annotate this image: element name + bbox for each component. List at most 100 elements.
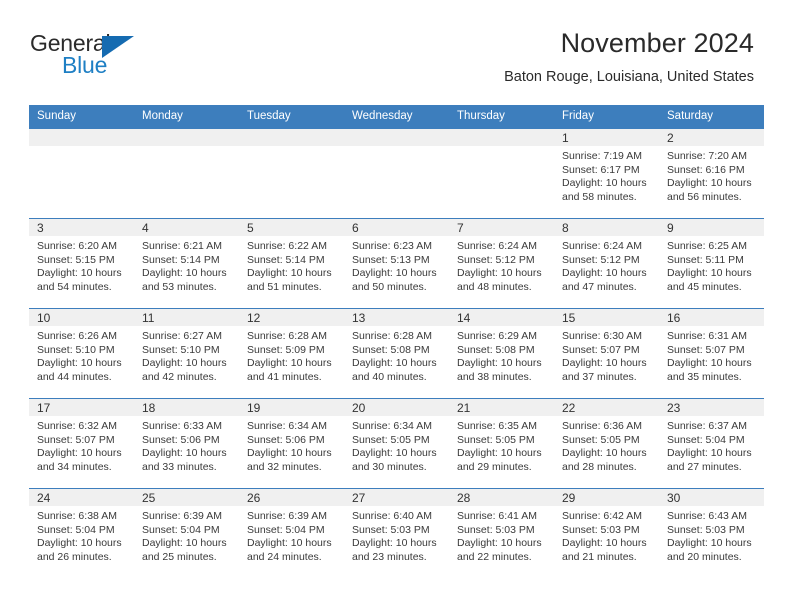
- day-details: Sunrise: 6:24 AM Sunset: 5:12 PM Daylight:…: [449, 236, 554, 294]
- calendar-day-cell[interactable]: 21 Sunrise: 6:35 AM Sunset: 5:05 PM Dayligh…: [449, 398, 554, 489]
- calendar-day-cell[interactable]: 12 Sunrise: 6:28 AM Sunset: 5:09 PM Dayligh…: [239, 308, 344, 399]
- calendar-day-cell[interactable]: 25 Sunrise: 6:39 AM Sunset: 5:04 PM Dayligh…: [134, 488, 239, 579]
- calendar-day-cell[interactable]: 10 Sunrise: 6:26 AM Sunset: 5:10 PM Dayligh…: [29, 308, 134, 399]
- sunrise-text: Sunrise: 6:20 AM: [37, 240, 117, 252]
- generalblue-logo[interactable]: General Blue: [30, 32, 220, 84]
- calendar-day-cell[interactable]: 23 Sunrise: 6:37 AM Sunset: 5:04 PM Dayligh…: [659, 398, 764, 489]
- calendar-body: 1 Sunrise: 7:19 AM Sunset: 6:17 PM Daylight…: [29, 128, 764, 579]
- day-number: 25: [134, 489, 239, 506]
- calendar-day-cell[interactable]: 4 Sunrise: 6:21 AM Sunset: 5:14 PM Daylight…: [134, 218, 239, 309]
- day-details: Sunrise: 6:43 AM Sunset: 5:03 PM Daylight:…: [659, 506, 764, 564]
- day-number: 11: [134, 309, 239, 326]
- calendar-day-cell[interactable]: 1 Sunrise: 7:19 AM Sunset: 6:17 PM Daylight…: [554, 128, 659, 219]
- calendar-day-cell[interactable]: 19 Sunrise: 6:34 AM Sunset: 5:06 PM Dayligh…: [239, 398, 344, 489]
- calendar-day-cell[interactable]: 18 Sunrise: 6:33 AM Sunset: 5:06 PM Dayligh…: [134, 398, 239, 489]
- sunrise-text: Sunrise: 6:22 AM: [247, 240, 327, 252]
- calendar-day-cell[interactable]: 29 Sunrise: 6:42 AM Sunset: 5:03 PM Dayligh…: [554, 488, 659, 579]
- sunset-text: Sunset: 5:06 PM: [247, 433, 325, 446]
- calendar-day-cell[interactable]: 8 Sunrise: 6:24 AM Sunset: 5:12 PM Daylight…: [554, 218, 659, 309]
- calendar-day-cell[interactable]: 9 Sunrise: 6:25 AM Sunset: 5:11 PM Daylight…: [659, 218, 764, 309]
- sunset-text: Sunset: 5:05 PM: [562, 433, 640, 446]
- daylight-text: Daylight: 10 hours and 35 minutes.: [667, 357, 752, 383]
- calendar-day-cell[interactable]: 3 Sunrise: 6:20 AM Sunset: 5:15 PM Daylight…: [29, 218, 134, 309]
- daylight-text: Daylight: 10 hours and 22 minutes.: [457, 537, 542, 563]
- calendar-day-cell[interactable]: 6 Sunrise: 6:23 AM Sunset: 5:13 PM Daylight…: [344, 218, 449, 309]
- day-number: 1: [554, 129, 659, 146]
- day-number: 16: [659, 309, 764, 326]
- calendar-day-cell[interactable]: 24 Sunrise: 6:38 AM Sunset: 5:04 PM Dayligh…: [29, 488, 134, 579]
- page-subtitle: Baton Rouge, Louisiana, United States: [504, 69, 754, 86]
- daylight-text: Daylight: 10 hours and 58 minutes.: [562, 177, 647, 203]
- day-details: Sunrise: 6:40 AM Sunset: 5:03 PM Daylight:…: [344, 506, 449, 564]
- sunset-text: Sunset: 5:15 PM: [37, 253, 115, 266]
- calendar-week-row: 1 Sunrise: 7:19 AM Sunset: 6:17 PM Daylight…: [29, 128, 764, 219]
- day-number: 28: [449, 489, 554, 506]
- sunrise-text: Sunrise: 7:19 AM: [562, 150, 642, 162]
- calendar-day-cell[interactable]: 11 Sunrise: 6:27 AM Sunset: 5:10 PM Dayligh…: [134, 308, 239, 399]
- day-number: [344, 129, 449, 146]
- calendar-day-cell-empty: [449, 128, 554, 219]
- sunrise-text: Sunrise: 7:20 AM: [667, 150, 747, 162]
- sunset-text: Sunset: 6:17 PM: [562, 163, 640, 176]
- calendar-week-row: 17 Sunrise: 6:32 AM Sunset: 5:07 PM Dayligh…: [29, 398, 764, 489]
- sunset-text: Sunset: 5:04 PM: [37, 523, 115, 536]
- calendar-day-cell[interactable]: 16 Sunrise: 6:31 AM Sunset: 5:07 PM Dayligh…: [659, 308, 764, 399]
- logo-text-general: General: [30, 32, 220, 58]
- calendar-day-cell[interactable]: 26 Sunrise: 6:39 AM Sunset: 5:04 PM Dayligh…: [239, 488, 344, 579]
- day-details: Sunrise: 6:25 AM Sunset: 5:11 PM Daylight:…: [659, 236, 764, 294]
- calendar-day-cell-empty: [134, 128, 239, 219]
- calendar-day-cell[interactable]: 22 Sunrise: 6:36 AM Sunset: 5:05 PM Dayligh…: [554, 398, 659, 489]
- day-number: 5: [239, 219, 344, 236]
- calendar-day-cell[interactable]: 2 Sunrise: 7:20 AM Sunset: 6:16 PM Daylight…: [659, 128, 764, 219]
- daylight-text: Daylight: 10 hours and 56 minutes.: [667, 177, 752, 203]
- calendar-day-cell[interactable]: 15 Sunrise: 6:30 AM Sunset: 5:07 PM Dayligh…: [554, 308, 659, 399]
- daylight-text: Daylight: 10 hours and 30 minutes.: [352, 447, 437, 473]
- sunrise-text: Sunrise: 6:35 AM: [457, 420, 537, 432]
- calendar-day-cell[interactable]: 17 Sunrise: 6:32 AM Sunset: 5:07 PM Dayligh…: [29, 398, 134, 489]
- calendar-day-cell[interactable]: 20 Sunrise: 6:34 AM Sunset: 5:05 PM Dayligh…: [344, 398, 449, 489]
- daylight-text: Daylight: 10 hours and 41 minutes.: [247, 357, 332, 383]
- sunrise-text: Sunrise: 6:33 AM: [142, 420, 222, 432]
- calendar-day-cell-empty: [239, 128, 344, 219]
- daylight-text: Daylight: 10 hours and 34 minutes.: [37, 447, 122, 473]
- daylight-text: Daylight: 10 hours and 53 minutes.: [142, 267, 227, 293]
- sunset-text: Sunset: 5:05 PM: [457, 433, 535, 446]
- day-details: Sunrise: 6:35 AM Sunset: 5:05 PM Daylight:…: [449, 416, 554, 474]
- title-block: November 2024 Baton Rouge, Louisiana, Un…: [504, 28, 754, 86]
- calendar-day-cell[interactable]: 28 Sunrise: 6:41 AM Sunset: 5:03 PM Dayligh…: [449, 488, 554, 579]
- day-number: 8: [554, 219, 659, 236]
- daylight-text: Daylight: 10 hours and 33 minutes.: [142, 447, 227, 473]
- calendar-day-cell[interactable]: 14 Sunrise: 6:29 AM Sunset: 5:08 PM Dayligh…: [449, 308, 554, 399]
- calendar-page: General Blue November 2024 Baton Rouge, …: [0, 0, 792, 612]
- day-details: Sunrise: 6:21 AM Sunset: 5:14 PM Daylight:…: [134, 236, 239, 294]
- daylight-text: Daylight: 10 hours and 25 minutes.: [142, 537, 227, 563]
- day-details: Sunrise: 6:34 AM Sunset: 5:05 PM Daylight:…: [344, 416, 449, 474]
- sunset-text: Sunset: 5:14 PM: [142, 253, 220, 266]
- calendar-day-cell[interactable]: 30 Sunrise: 6:43 AM Sunset: 5:03 PM Dayligh…: [659, 488, 764, 579]
- weekday-header-friday: Friday: [554, 105, 659, 129]
- weekday-header-wednesday: Wednesday: [344, 105, 449, 129]
- daylight-text: Daylight: 10 hours and 42 minutes.: [142, 357, 227, 383]
- sunrise-text: Sunrise: 6:40 AM: [352, 510, 432, 522]
- sunrise-text: Sunrise: 6:23 AM: [352, 240, 432, 252]
- sunrise-text: Sunrise: 6:39 AM: [142, 510, 222, 522]
- calendar-week-row: 10 Sunrise: 6:26 AM Sunset: 5:10 PM Dayligh…: [29, 308, 764, 399]
- day-details: Sunrise: 6:26 AM Sunset: 5:10 PM Daylight:…: [29, 326, 134, 384]
- sunset-text: Sunset: 5:04 PM: [247, 523, 325, 536]
- calendar-day-cell[interactable]: 5 Sunrise: 6:22 AM Sunset: 5:14 PM Daylight…: [239, 218, 344, 309]
- sunset-text: Sunset: 5:10 PM: [37, 343, 115, 356]
- daylight-text: Daylight: 10 hours and 37 minutes.: [562, 357, 647, 383]
- daylight-text: Daylight: 10 hours and 20 minutes.: [667, 537, 752, 563]
- sunset-text: Sunset: 5:04 PM: [667, 433, 745, 446]
- day-number: 19: [239, 399, 344, 416]
- calendar-day-cell[interactable]: 7 Sunrise: 6:24 AM Sunset: 5:12 PM Daylight…: [449, 218, 554, 309]
- daylight-text: Daylight: 10 hours and 32 minutes.: [247, 447, 332, 473]
- calendar-day-cell[interactable]: 27 Sunrise: 6:40 AM Sunset: 5:03 PM Dayligh…: [344, 488, 449, 579]
- weekday-header-thursday: Thursday: [449, 105, 554, 129]
- calendar-day-cell[interactable]: 13 Sunrise: 6:28 AM Sunset: 5:08 PM Dayligh…: [344, 308, 449, 399]
- sunset-text: Sunset: 5:03 PM: [562, 523, 640, 536]
- daylight-text: Daylight: 10 hours and 21 minutes.: [562, 537, 647, 563]
- calendar-day-cell-empty: [344, 128, 449, 219]
- day-number: 29: [554, 489, 659, 506]
- day-number: 13: [344, 309, 449, 326]
